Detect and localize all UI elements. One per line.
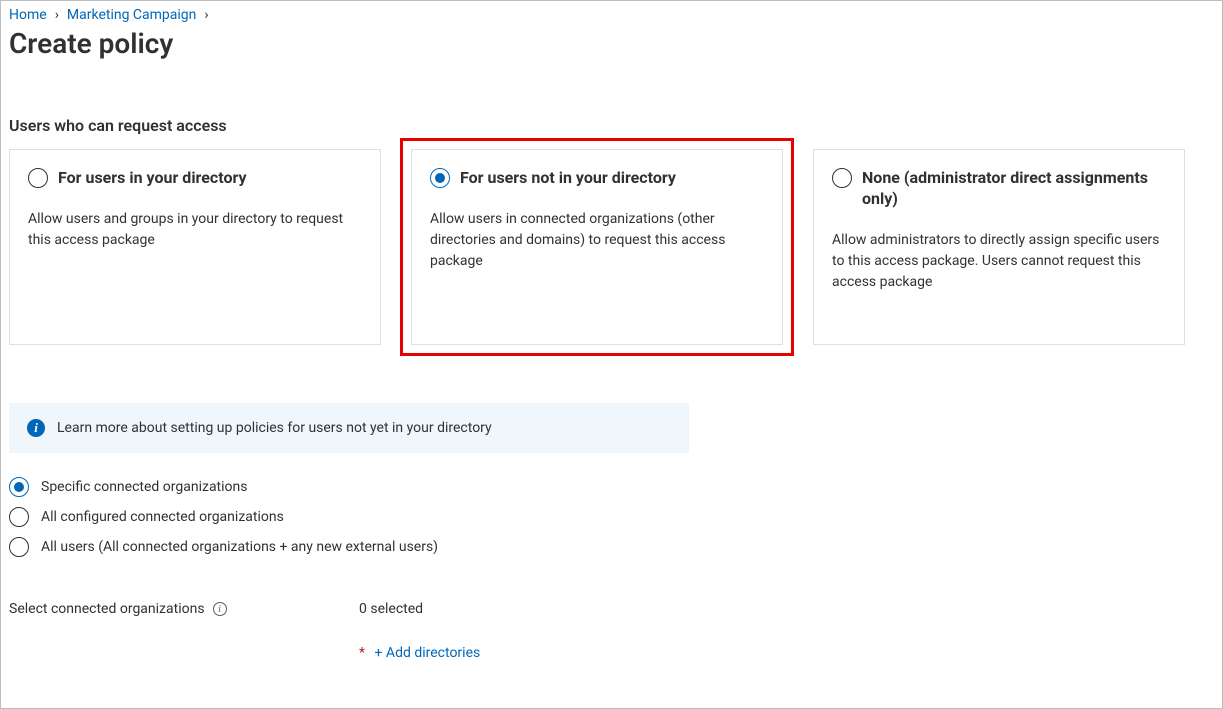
breadcrumb-home[interactable]: Home <box>9 7 47 23</box>
card-users-in-directory[interactable]: For users in your directory Allow users … <box>9 149 381 345</box>
card-users-not-in-directory[interactable]: For users not in your directory Allow us… <box>411 149 783 345</box>
scope-all-users[interactable]: All users (All connected organizations +… <box>9 537 1214 557</box>
card-desc: Allow administrators to directly assign … <box>832 230 1166 293</box>
radio-label: All configured connected organizations <box>41 509 284 525</box>
card-title: For users not in your directory <box>460 168 676 189</box>
add-directories-link[interactable]: + Add directories <box>375 645 481 661</box>
breadcrumb-campaign[interactable]: Marketing Campaign <box>67 7 197 23</box>
info-banner-text: Learn more about setting up policies for… <box>57 420 492 436</box>
request-cards: For users in your directory Allow users … <box>9 149 1214 345</box>
radio-icon[interactable] <box>28 168 48 188</box>
info-icon: i <box>27 419 45 437</box>
scope-radio-group: Specific connected organizations All con… <box>9 477 1214 557</box>
breadcrumb: Home › Marketing Campaign › <box>9 5 1214 25</box>
radio-icon[interactable] <box>9 507 29 527</box>
radio-icon[interactable] <box>9 477 29 497</box>
card-title: None (administrator direct assignments o… <box>862 168 1166 210</box>
card-desc: Allow users in connected organizations (… <box>430 209 764 272</box>
radio-icon[interactable] <box>832 168 852 188</box>
help-icon[interactable]: i <box>213 602 227 616</box>
info-banner[interactable]: i Learn more about setting up policies f… <box>9 403 689 453</box>
radio-label: All users (All connected organizations +… <box>41 539 438 555</box>
radio-label: Specific connected organizations <box>41 479 248 495</box>
connected-orgs-count: 0 selected <box>359 601 423 617</box>
scope-all-configured-connected-orgs[interactable]: All configured connected organizations <box>9 507 1214 527</box>
radio-icon[interactable] <box>430 168 450 188</box>
radio-icon[interactable] <box>9 537 29 557</box>
card-none-admin-only[interactable]: None (administrator direct assignments o… <box>813 149 1185 345</box>
section-users-who-can-request: Users who can request access <box>9 116 1214 135</box>
chevron-right-icon: › <box>55 7 59 23</box>
card-title: For users in your directory <box>58 168 247 189</box>
page-title: Create policy <box>9 27 1214 60</box>
required-asterisk: * <box>359 645 365 661</box>
connected-orgs-label: Select connected organizations i <box>9 601 359 617</box>
scope-specific-connected-orgs[interactable]: Specific connected organizations <box>9 477 1214 497</box>
chevron-right-icon: › <box>204 7 208 23</box>
card-desc: Allow users and groups in your directory… <box>28 209 362 251</box>
